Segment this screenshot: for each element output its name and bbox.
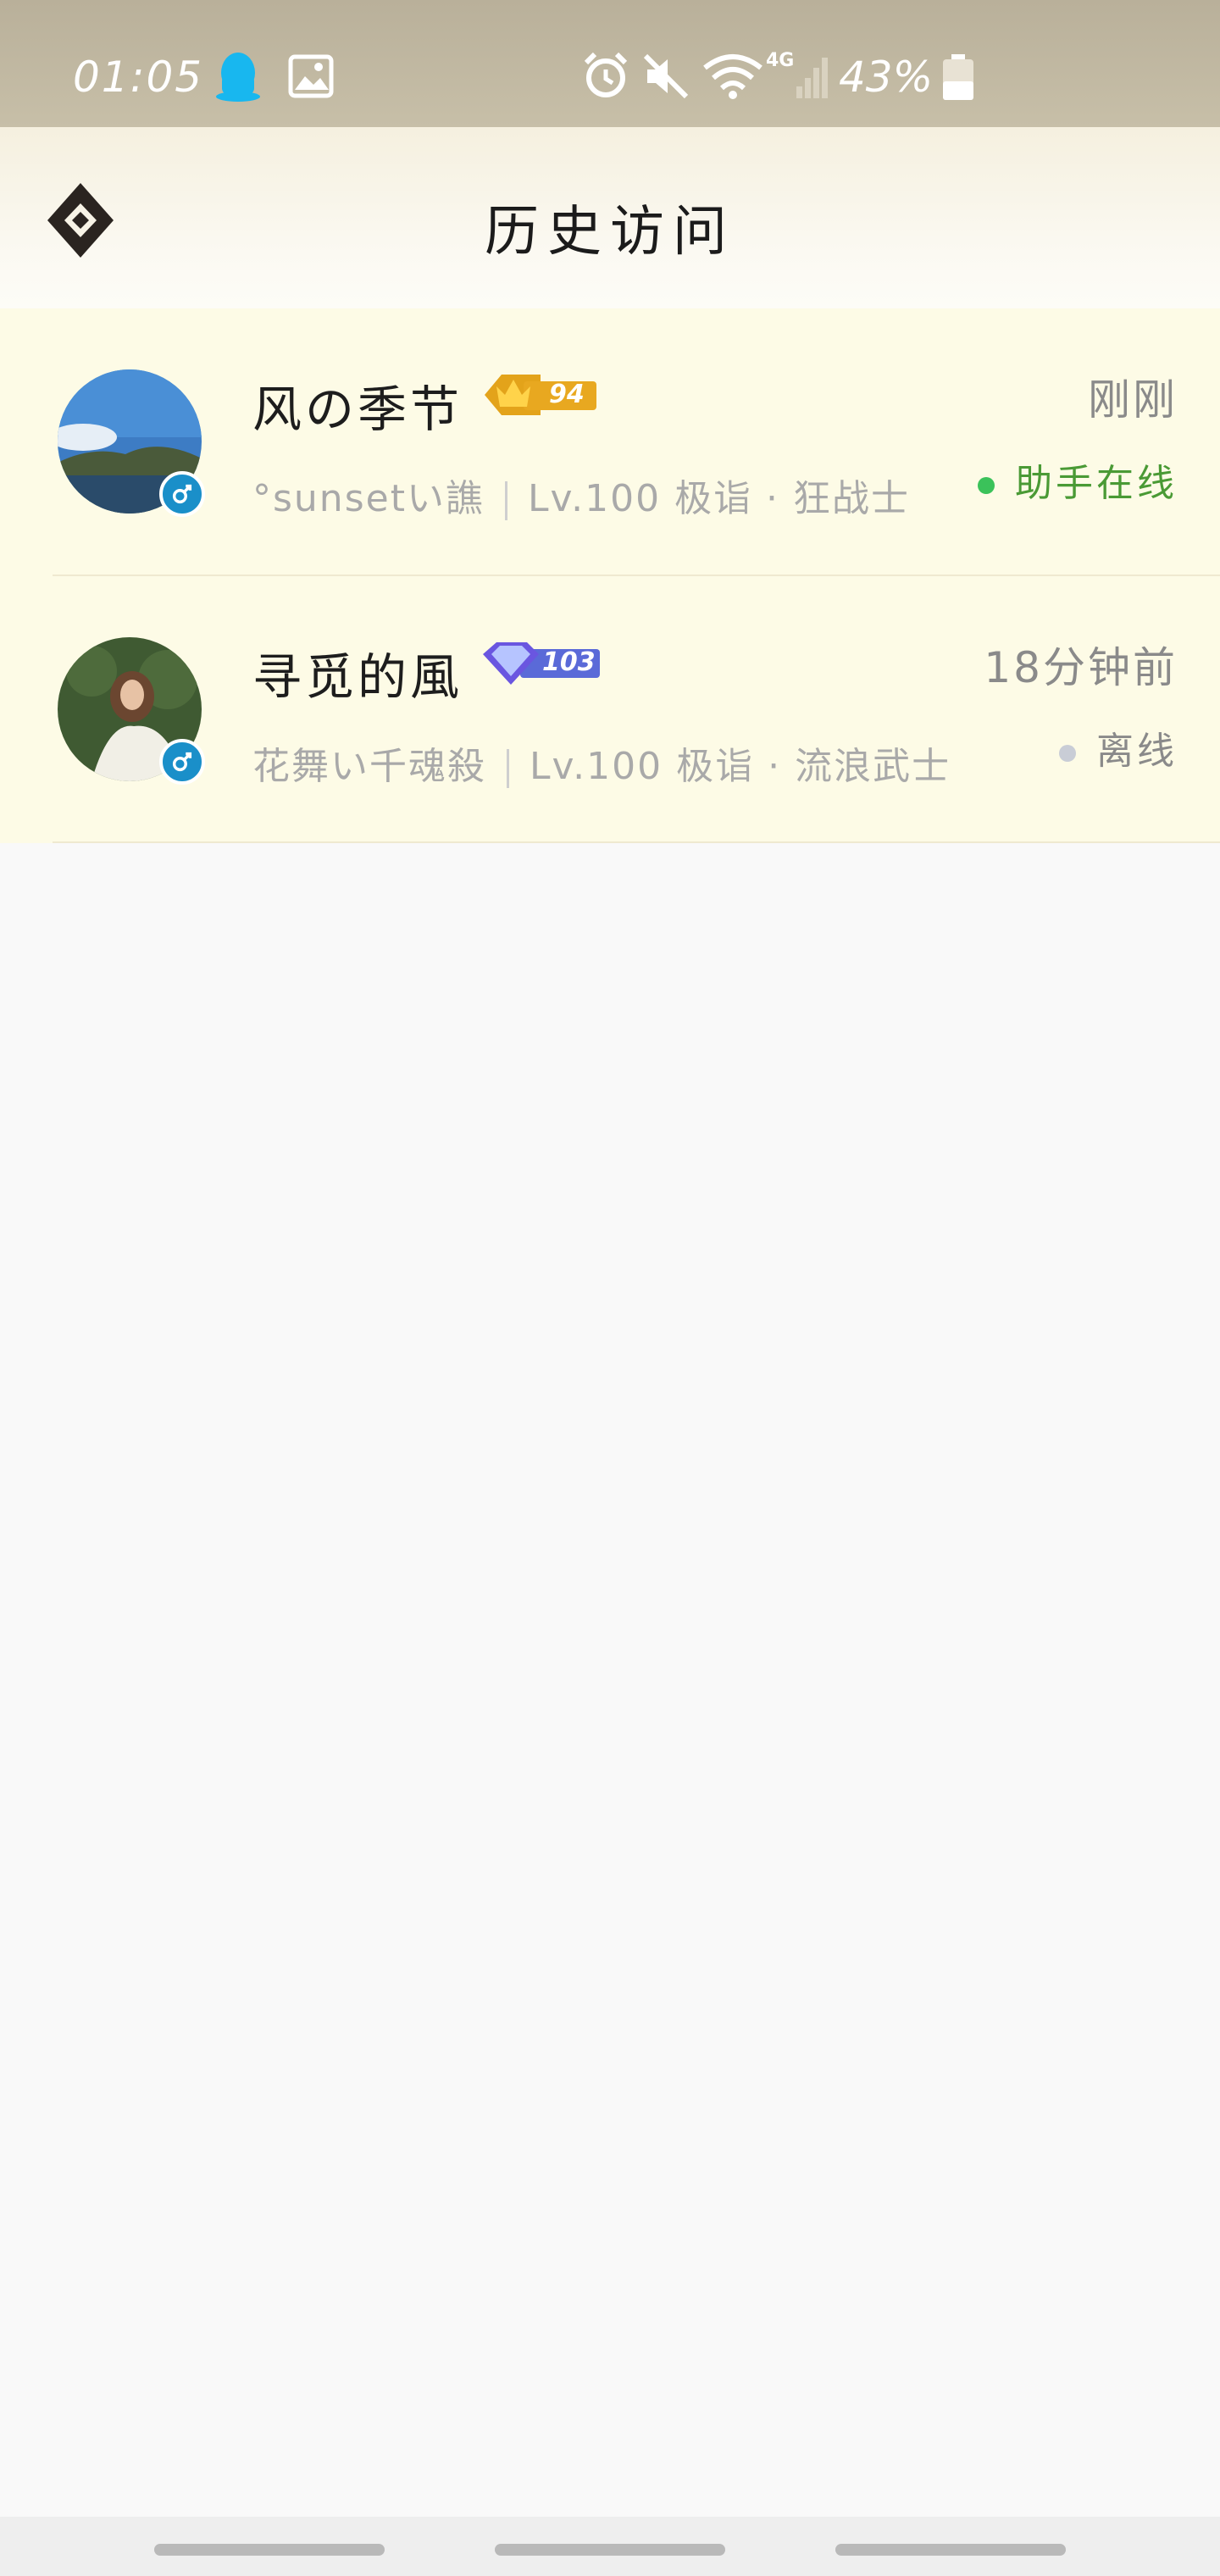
- visitor-details: °sunsetい譙 Lv.100 极诣 · 狂战士: [252, 477, 911, 520]
- class-name: 流浪武士: [795, 745, 951, 788]
- guild-name: °sunsetい譙: [252, 477, 485, 520]
- badge-level: 94: [549, 380, 585, 409]
- nav-home-button[interactable]: [495, 2544, 725, 2556]
- online-status: 助手在线: [978, 452, 1178, 507]
- list-item[interactable]: 寻觅的風 103 18分钟前 花舞い千魂殺 Lv.100 极诣 · 流浪武士 离线: [0, 576, 1220, 843]
- diamond-level-badge: 103: [478, 636, 600, 690]
- battery-percent: 43%: [839, 53, 934, 102]
- wifi-icon: [703, 54, 762, 99]
- system-nav-bar: [0, 2517, 1220, 2576]
- status-time: 01:05: [73, 53, 204, 102]
- visitor-name: 风の季节: [252, 380, 463, 438]
- level: Lv.100: [530, 745, 663, 788]
- divider: [53, 841, 1220, 843]
- visitor-name: 寻觅的風: [252, 648, 463, 706]
- app-header: 历史访问: [0, 127, 1220, 310]
- guild-name: 花舞い千魂殺: [252, 745, 486, 788]
- male-gender-icon: [159, 739, 205, 785]
- status-bar: 01:05 4G 43%: [0, 0, 1220, 127]
- crown-level-badge: 94: [481, 368, 600, 422]
- visit-time: 18分钟前: [984, 643, 1178, 692]
- visitor-list: 风の季节 94 刚刚 °sunsetい譙 Lv.100 极诣 · 狂战士 助手在线: [0, 308, 1220, 843]
- signal-4g-icon: 4G: [766, 50, 828, 98]
- visitor-details: 花舞い千魂殺 Lv.100 极诣 · 流浪武士: [252, 745, 951, 788]
- class-name: 狂战士: [793, 477, 911, 520]
- list-item[interactable]: 风の季节 94 刚刚 °sunsetい譙 Lv.100 极诣 · 狂战士 助手在线: [0, 308, 1220, 576]
- page-title: 历史访问: [485, 201, 735, 264]
- status-label: 离线: [1096, 730, 1178, 773]
- male-gender-icon: [159, 471, 205, 517]
- offline-status: 离线: [1059, 720, 1178, 774]
- divider: [507, 749, 509, 788]
- rank: 极诣: [676, 745, 755, 788]
- status-dot: [1059, 745, 1076, 762]
- battery-icon: [943, 54, 973, 100]
- svg-text:4G: 4G: [766, 50, 794, 71]
- level: Lv.100: [527, 477, 662, 520]
- nav-back-button[interactable]: [835, 2544, 1066, 2556]
- divider: [504, 481, 507, 520]
- badge-level: 103: [542, 647, 596, 677]
- mute-icon: [643, 53, 689, 99]
- image-icon: [288, 54, 334, 98]
- status-label: 助手在线: [1015, 462, 1178, 505]
- rank: 极诣: [674, 477, 753, 520]
- alarm-icon: [584, 52, 628, 97]
- qq-icon: [216, 53, 260, 102]
- visit-time: 刚刚: [1088, 375, 1178, 425]
- nav-recents-button[interactable]: [154, 2544, 385, 2556]
- status-dot: [978, 477, 995, 494]
